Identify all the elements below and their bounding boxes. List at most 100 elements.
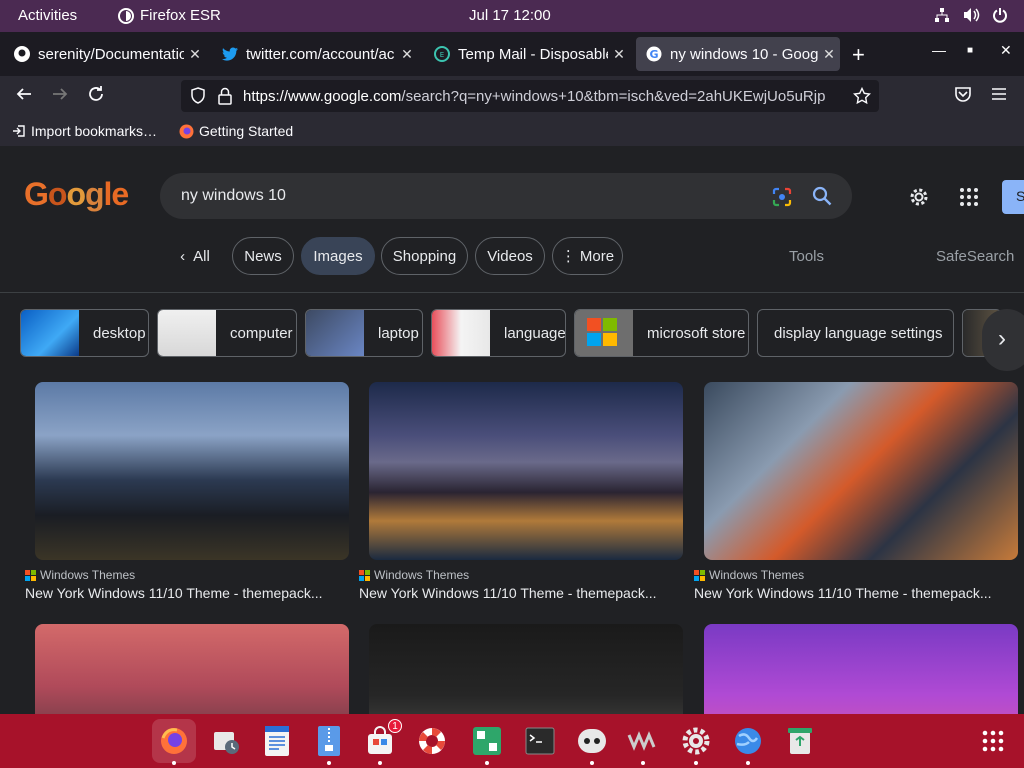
related-microsoft-store[interactable]: microsoft store [574, 309, 749, 357]
tab-more-label: More [579, 247, 615, 265]
tab-twitter[interactable]: twitter.com/account/ac ✕ [212, 37, 418, 71]
dock-software-center[interactable]: 1 [362, 719, 402, 765]
result-image[interactable] [704, 624, 1018, 714]
related-language[interactable]: language [431, 309, 566, 357]
show-apps-button[interactable] [975, 723, 1011, 759]
forward-button[interactable] [51, 85, 69, 108]
search-icon[interactable] [812, 186, 832, 206]
url-bar[interactable]: https://www.google.com/search?q=ny+windo… [181, 80, 879, 112]
forward-arrow-icon [53, 88, 68, 100]
tab-videos-label: Videos [487, 247, 533, 265]
search-box[interactable]: ny windows 10 [160, 173, 852, 219]
dock-help[interactable] [414, 723, 450, 759]
dock-firefox[interactable] [152, 719, 196, 765]
tab-shopping[interactable]: Shopping [381, 237, 468, 275]
gear-icon[interactable] [908, 186, 930, 208]
windows-logo-icon [694, 569, 705, 581]
pocket-button[interactable] [954, 85, 972, 108]
getting-started-item[interactable]: Getting Started [179, 123, 293, 139]
result-image[interactable] [369, 382, 683, 560]
sign-in-button[interactable]: S [1002, 180, 1024, 214]
app-menu[interactable]: Firefox ESR [118, 7, 221, 24]
new-tab-button[interactable]: + [852, 42, 865, 68]
google-lens-icon[interactable] [772, 187, 792, 207]
tab-bar: serenity/Documentation ✕ twitter.com/acc… [0, 32, 1024, 76]
firefox-icon [161, 728, 187, 754]
microsoft-logo-thumbnail [575, 310, 633, 356]
dock-terminal[interactable] [522, 723, 558, 759]
reload-button[interactable] [87, 85, 105, 108]
vm-icon [627, 731, 656, 751]
result-source[interactable]: Windows Themes [694, 568, 804, 582]
maximize-button[interactable]: ■ [967, 45, 973, 56]
result-image[interactable] [704, 382, 1018, 560]
result-image[interactable] [369, 624, 683, 714]
related-thumbnail [158, 310, 216, 356]
bookmarks-toolbar: Import bookmarks… Getting Started [0, 116, 1024, 146]
tab-videos[interactable]: Videos [475, 237, 545, 275]
tab-more[interactable]: ⋮ More [552, 237, 623, 275]
clock[interactable]: Jul 17 12:00 [469, 7, 551, 24]
import-icon [13, 125, 25, 137]
dock-sudoku[interactable] [469, 723, 505, 765]
tab-images[interactable]: Images [301, 237, 375, 275]
close-window-button[interactable]: ✕ [1000, 42, 1012, 59]
tab-news[interactable]: News [232, 237, 294, 275]
tab-all[interactable]: ‹ All [166, 237, 224, 275]
result-image[interactable] [35, 382, 349, 560]
related-display-language-settings[interactable]: display language settings [757, 309, 954, 357]
tab-close-icon[interactable]: ✕ [818, 46, 840, 63]
tab-close-icon[interactable]: ✕ [396, 46, 418, 63]
related-desktop[interactable]: desktop [20, 309, 149, 357]
dock-robot-app[interactable] [574, 723, 610, 765]
result-source[interactable]: Windows Themes [359, 568, 469, 582]
app-menu-button[interactable] [991, 85, 1007, 108]
related-label: desktop [93, 324, 146, 342]
activities-button[interactable]: Activities [18, 7, 77, 24]
minimize-button[interactable]: — [932, 42, 946, 58]
related-laptop[interactable]: laptop [305, 309, 423, 357]
dock-web-browser[interactable] [730, 723, 766, 765]
dock: 1 [0, 714, 1024, 768]
result-source[interactable]: Windows Themes [25, 568, 135, 582]
dock-settings[interactable] [678, 723, 714, 765]
search-input[interactable]: ny windows 10 [181, 187, 286, 205]
dock-file-archive[interactable] [311, 723, 347, 765]
tab-serenity[interactable]: serenity/Documentation ✕ [4, 37, 206, 71]
dock-vm-manager[interactable] [625, 723, 661, 765]
url-host: https://www.google.com [243, 88, 402, 105]
tab-close-icon[interactable]: ✕ [608, 46, 630, 63]
related-next-button[interactable]: › [982, 309, 1024, 371]
pocket-icon [955, 87, 971, 102]
result-title[interactable]: New York Windows 11/10 Theme - themepack… [25, 585, 335, 601]
lifebuoy-icon [419, 728, 445, 754]
dock-trash[interactable] [782, 723, 818, 759]
import-bookmarks-item[interactable]: Import bookmarks… [12, 123, 157, 139]
notification-badge: 1 [388, 719, 402, 733]
url-text[interactable]: https://www.google.com/search?q=ny+windo… [243, 88, 843, 105]
back-button[interactable] [15, 85, 33, 108]
bookmark-star-icon[interactable] [853, 87, 871, 105]
system-tray[interactable] [934, 7, 1008, 23]
svg-text:G: G [649, 48, 658, 61]
tab-shopping-label: Shopping [392, 247, 457, 265]
lock-icon[interactable] [218, 87, 232, 105]
result-title[interactable]: New York Windows 11/10 Theme - themepack… [359, 585, 669, 601]
tools-button[interactable]: Tools [789, 248, 824, 265]
result-title[interactable]: New York Windows 11/10 Theme - themepack… [694, 585, 1004, 601]
tab-google-images[interactable]: G ny windows 10 - Google ✕ [636, 37, 840, 71]
tracking-shield-icon[interactable] [190, 87, 206, 105]
power-icon [993, 8, 1007, 23]
dock-mail-scheduler[interactable] [208, 723, 244, 759]
archive-icon [318, 726, 340, 756]
result-source-label: Windows Themes [40, 568, 136, 582]
tab-close-icon[interactable]: ✕ [184, 46, 206, 63]
tab-tempmail[interactable]: E Temp Mail - Disposable ✕ [424, 37, 630, 71]
google-doodle-logo[interactable]: Google [24, 176, 129, 213]
header-divider [0, 292, 1024, 293]
related-computer[interactable]: computer [157, 309, 297, 357]
safesearch-button[interactable]: SafeSearch [936, 248, 1014, 265]
result-image[interactable] [35, 624, 349, 714]
dock-text-editor[interactable] [259, 723, 295, 759]
apps-grid-icon[interactable] [960, 188, 978, 206]
